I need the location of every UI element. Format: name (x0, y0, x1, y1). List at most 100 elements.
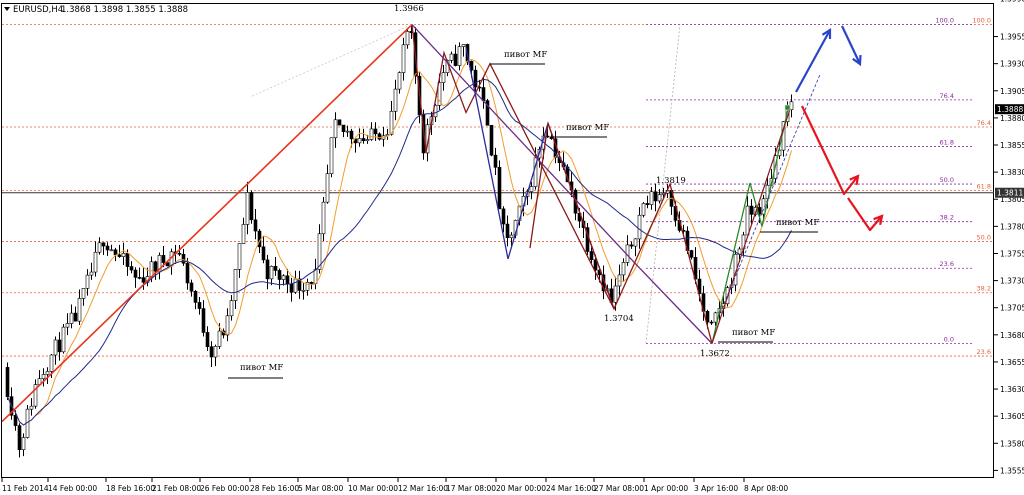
candle-body (489, 124, 494, 156)
fib-big-label: 61.8 (977, 182, 991, 190)
candle-body (261, 246, 266, 261)
candle-body (349, 130, 354, 140)
candle-body (449, 53, 454, 61)
y-tick-label: 1.3705 (1000, 304, 1024, 313)
candle-body (281, 275, 286, 280)
candle-body (13, 414, 18, 426)
candle-body (369, 128, 374, 140)
x-tick-label: 17 Mar 08:00 (446, 484, 496, 493)
candle-body (345, 130, 350, 133)
y-tick-label: 1.3780 (1000, 222, 1024, 231)
candle-body (21, 437, 26, 451)
current-marker (784, 104, 791, 111)
candle-body (85, 274, 90, 289)
candle-body (709, 321, 714, 324)
current-price-label: 1.3888 (997, 105, 1023, 114)
x-tick-label: 11 Feb 2014 (2, 484, 49, 493)
x-tick-label: 20 Mar 00:00 (496, 484, 546, 493)
pivot-label: пивот MF (776, 218, 819, 228)
candle-body (657, 194, 662, 202)
candle-body (277, 270, 282, 280)
candle-body (81, 288, 86, 299)
candle-body (301, 289, 306, 292)
candle-body (29, 405, 34, 410)
candle-body (93, 251, 98, 273)
candle-body (329, 137, 334, 175)
candle-body (149, 261, 154, 277)
candle-body (125, 253, 130, 267)
candle-body (309, 282, 314, 284)
candle-body (177, 252, 182, 255)
pivot-label: пивот MF (566, 123, 609, 133)
candle-body (529, 186, 534, 192)
fib-small-label: 23.6 (940, 260, 954, 268)
y-tick-label: 1.3880 (1000, 114, 1024, 123)
candle-body (337, 119, 342, 126)
y-tick-label: 1.3905 (1000, 87, 1024, 96)
candle-body (181, 253, 186, 264)
candle-body (229, 300, 234, 317)
y-tick-label: 1.3630 (1000, 385, 1024, 394)
candle-body (661, 192, 666, 195)
candle-body (45, 371, 50, 375)
candle-body (185, 262, 190, 284)
fib-small-label: 38.2 (940, 214, 954, 222)
x-tick-label: 24 Mar 16:00 (546, 484, 596, 493)
candle-body (273, 265, 278, 271)
candle-body (365, 139, 370, 142)
candle-body (745, 205, 750, 236)
candle-body (649, 191, 654, 205)
candle-body (109, 249, 114, 252)
candle-body (233, 269, 238, 301)
fib-big-label: 50.0 (977, 234, 991, 242)
pivot-label: пивот MF (732, 328, 775, 338)
candle-body (393, 88, 398, 112)
candle-body (61, 326, 66, 353)
candle-body (377, 133, 382, 140)
candle-body (141, 277, 146, 283)
candle-body (97, 242, 102, 253)
candle-body (137, 277, 142, 279)
candle-body (621, 262, 626, 276)
fib-small-label: 50.0 (940, 176, 954, 184)
candle-body (689, 250, 694, 258)
candle-body (373, 128, 378, 135)
candle-body (133, 269, 138, 278)
candle-body (237, 243, 242, 270)
price-point-label: 1.3704 (604, 314, 634, 324)
candle-body (245, 192, 250, 225)
y-tick-label: 1.3930 (1000, 60, 1024, 69)
candle-body (117, 254, 122, 257)
y-tick-label: 1.3990 (1000, 0, 1024, 4)
candle-body (637, 214, 642, 240)
candle-body (285, 275, 290, 285)
candle-body (105, 245, 110, 251)
candle-body (293, 278, 298, 293)
fib-big-label: 23.6 (977, 348, 991, 356)
x-tick-label: 12 Mar 16:00 (398, 484, 448, 493)
fib-small-label: 100.0 (935, 17, 954, 25)
candle-body (121, 253, 126, 257)
x-tick-label: 26 Feb 00:00 (200, 484, 249, 493)
candle-body (405, 31, 410, 46)
candle-body (153, 261, 158, 272)
candle-body (189, 282, 194, 292)
price-chart[interactable]: 23.6 38.2 50.0 61.8 76.4 100.0 0.0 23.6 38.2 50.0… (0, 0, 1024, 495)
candle-body (789, 101, 794, 111)
candle-body (69, 312, 74, 324)
candle-body (249, 192, 254, 221)
candle-body (473, 69, 478, 88)
x-tick-label: 10 Mar 00:00 (348, 484, 398, 493)
candle-body (749, 205, 754, 215)
y-tick-label: 1.3580 (1000, 439, 1024, 448)
candle-body (653, 191, 658, 202)
candle-body (53, 339, 58, 356)
candle-body (629, 244, 634, 247)
y-tick-label: 1.3655 (1000, 358, 1024, 367)
candle-body (217, 330, 222, 347)
x-tick-label: 5 Mar 08:00 (298, 484, 344, 493)
y-tick-label: 1.3555 (1000, 466, 1024, 475)
candle-body (213, 346, 218, 358)
y-tick-label: 1.3830 (1000, 168, 1024, 177)
candle-body (269, 265, 274, 280)
